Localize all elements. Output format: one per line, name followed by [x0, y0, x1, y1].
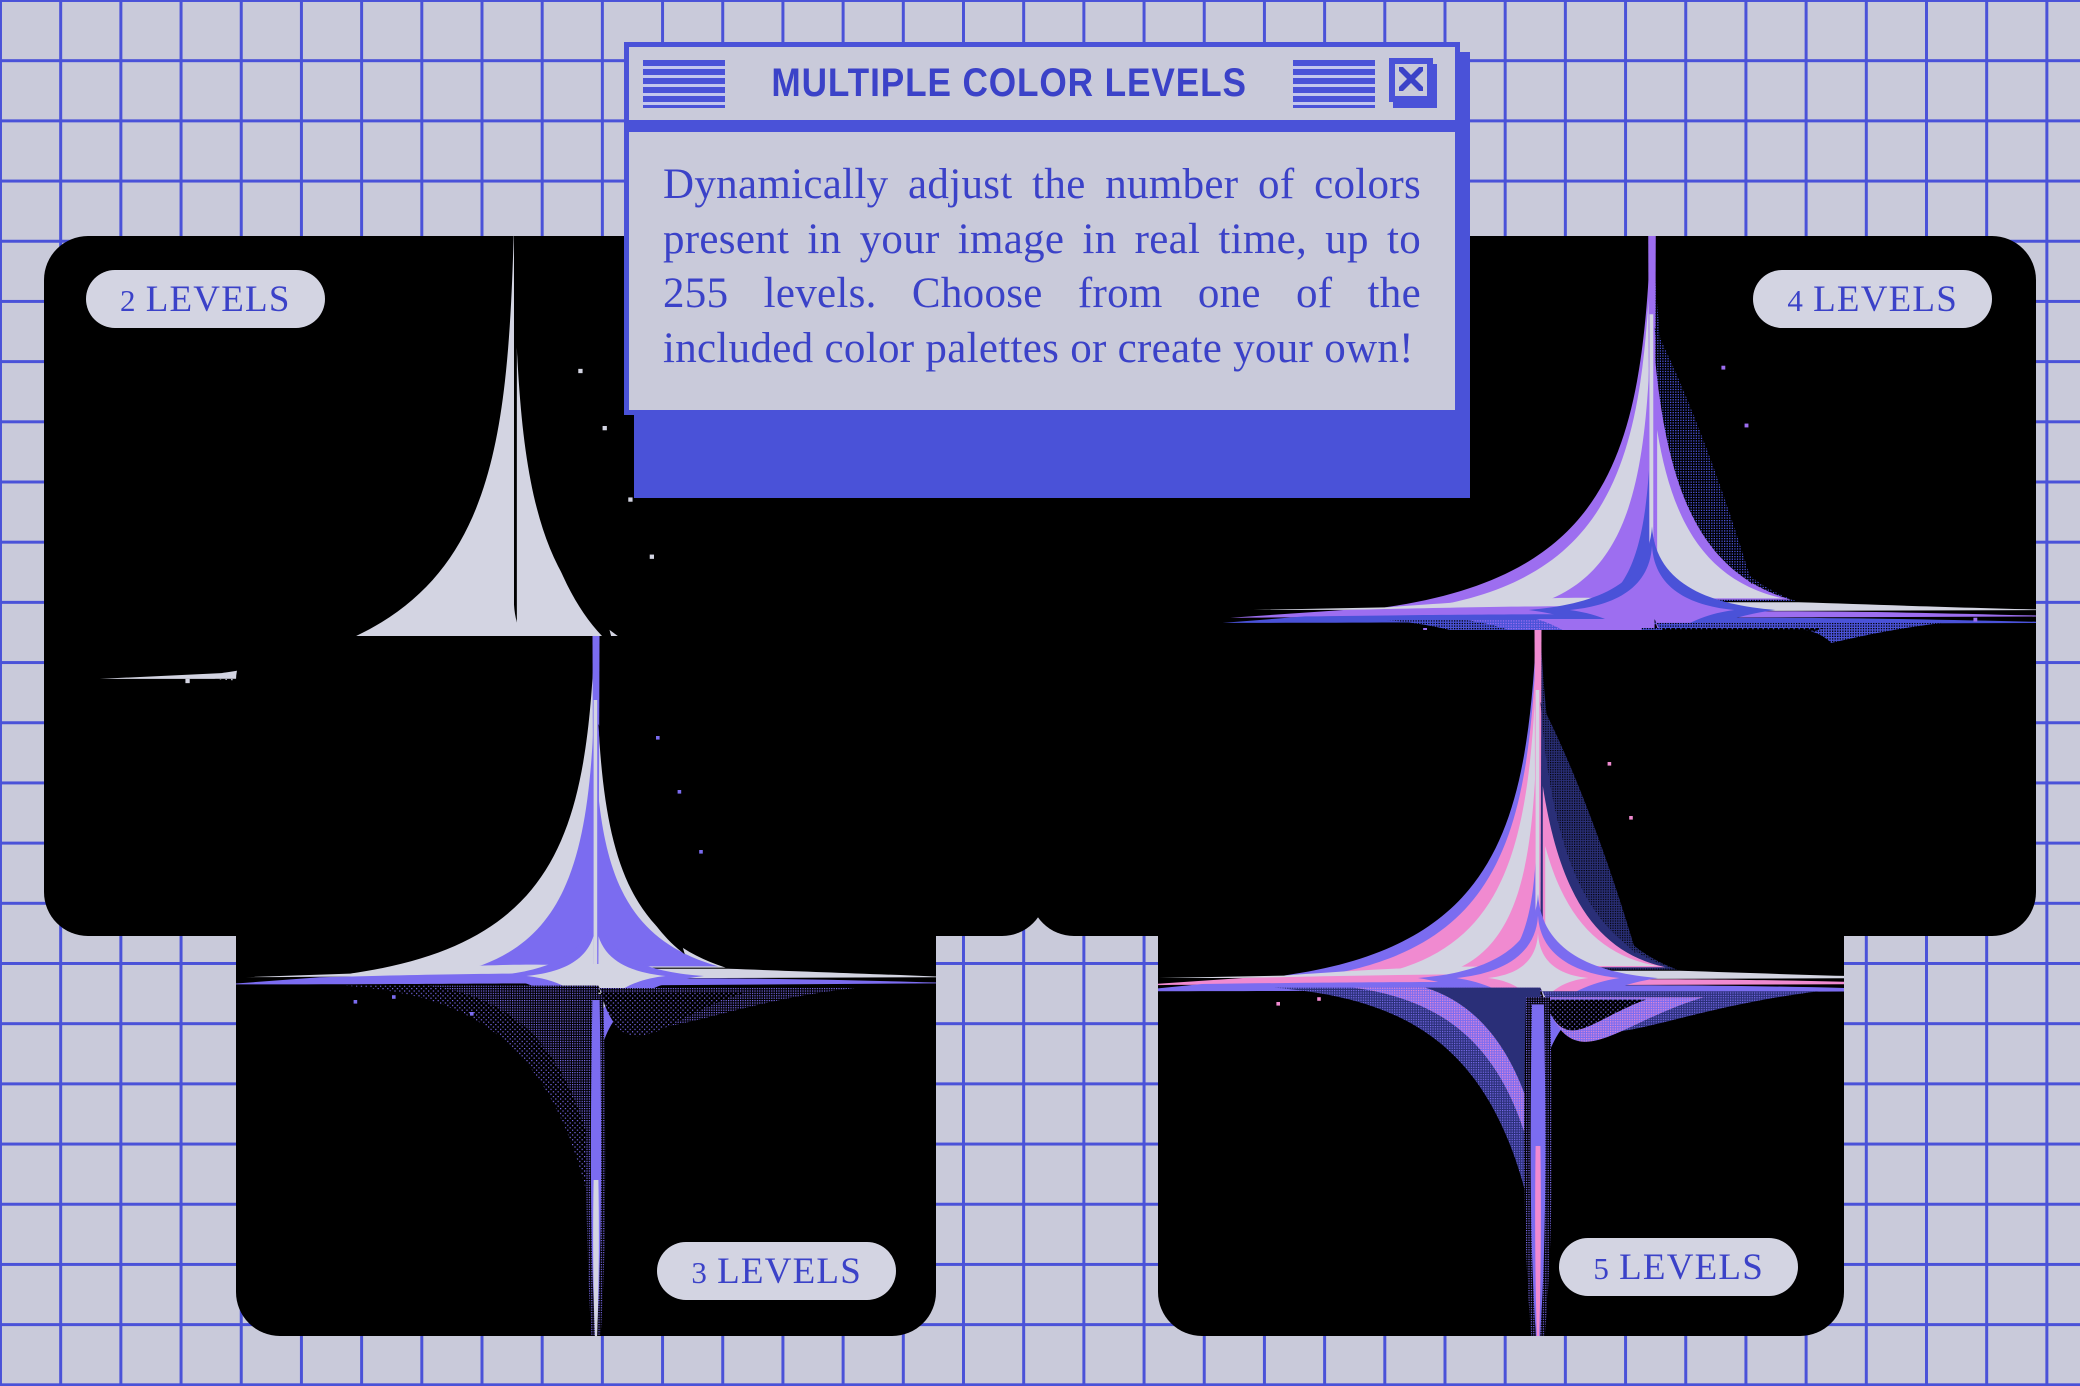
- starburst-art-3-levels: [236, 636, 936, 1336]
- dialog-titlebar[interactable]: MULTIPLE COLOR LEVELS: [624, 42, 1460, 120]
- dialog-title-divider: [624, 120, 1460, 132]
- starburst-art-5-levels: [1158, 630, 1844, 1336]
- badge-number: 2: [120, 283, 137, 318]
- titlebar-stripes-left: [643, 59, 725, 108]
- preview-panel-5-levels[interactable]: 5 LEVELS: [1158, 630, 1844, 1336]
- badge-label: LEVELS: [1813, 278, 1958, 320]
- preview-panel-3-levels[interactable]: 3 LEVELS: [236, 636, 936, 1336]
- level-badge-3: 3 LEVELS: [657, 1242, 896, 1300]
- dialog-title: MULTIPLE COLOR LEVELS: [771, 61, 1247, 105]
- info-dialog: MULTIPLE COLOR LEVELS Dynamically adjust…: [624, 42, 1460, 416]
- level-badge-2: 2 LEVELS: [86, 270, 325, 328]
- dialog-body: Dynamically adjust the number of colors …: [624, 132, 1460, 416]
- app-root: 2 LEVELS 3 LEVELS 4 LEVELS 5 LEVELS MULT…: [0, 0, 2080, 1386]
- level-badge-4: 4 LEVELS: [1753, 270, 1992, 328]
- badge-number: 4: [1787, 283, 1805, 318]
- dialog-body-text: Dynamically adjust the number of colors …: [663, 161, 1421, 372]
- badge-label: LEVELS: [717, 1250, 862, 1292]
- badge-number: 5: [1593, 1251, 1611, 1286]
- close-x-icon[interactable]: [1389, 57, 1441, 110]
- badge-label: LEVELS: [1619, 1246, 1764, 1288]
- titlebar-stripes-right: [1293, 59, 1376, 108]
- badge-number: 3: [691, 1255, 709, 1290]
- badge-label: LEVELS: [145, 278, 291, 320]
- level-badge-5: 5 LEVELS: [1559, 1238, 1798, 1296]
